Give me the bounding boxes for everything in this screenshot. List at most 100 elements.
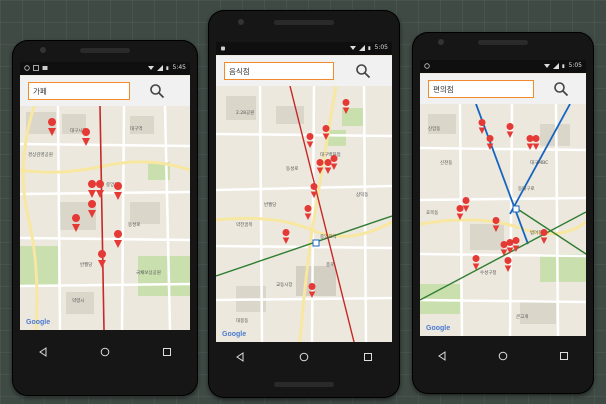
front-camera — [438, 39, 444, 45]
back-button[interactable] — [33, 342, 53, 362]
home-icon — [498, 351, 508, 361]
map-label: 삼덕동 — [356, 191, 368, 198]
clock: 5:05 — [374, 44, 388, 51]
back-button[interactable] — [432, 346, 452, 366]
status-bar: 5:05 — [420, 60, 586, 73]
map-label: 대봉동 — [236, 317, 248, 324]
wifi-icon — [543, 64, 550, 68]
search-icon — [356, 64, 371, 79]
recents-icon — [559, 352, 568, 360]
signal-icon — [358, 45, 365, 51]
notification-icon — [424, 63, 430, 69]
gallery-icon — [42, 66, 48, 70]
map-canvas[interactable]: 대구시청 중앙로 반월당 동성로 약령시 경상감영공원 대구역 국채보상공원 — [20, 105, 190, 330]
google-logo: Google — [222, 331, 247, 338]
map-label: 수성구청 — [480, 269, 497, 276]
map-label: 국채보상공원 — [136, 269, 161, 276]
map-label: 동성로 — [128, 221, 140, 228]
map-label: 종로 — [326, 262, 334, 268]
earpiece-speaker — [478, 40, 528, 45]
screen: 5:45 가페 대구시청 중앙로 반월당 동성로 약령시 경상감영공원 대구역 … — [20, 62, 190, 330]
home-icon — [299, 352, 309, 362]
map-view[interactable]: 중앙로역 동성로 반월당 대구백화점 2.28공원 약전골목 교동시장 종로 삼… — [216, 85, 392, 342]
earpiece-speaker — [274, 20, 334, 25]
google-logo: Google — [26, 319, 51, 326]
recents-button[interactable] — [358, 347, 378, 367]
search-bar: 편의점 — [420, 74, 586, 105]
map-canvas[interactable]: 중앙로역 동성로 반월당 대구백화점 2.28공원 약전골목 교동시장 종로 삼… — [216, 85, 392, 342]
map-label: 반월당 — [264, 201, 276, 208]
map-label: 효목동 — [426, 210, 438, 216]
android-icon — [221, 46, 225, 51]
home-button[interactable] — [294, 347, 314, 367]
status-bar: 5:45 — [20, 62, 190, 75]
home-icon — [100, 347, 110, 357]
image-icon — [33, 65, 39, 71]
phone-right: 5:05 편의점 동대구로 신천동 범어동 효목동 수성구청 대구MBC 신암동… — [412, 32, 594, 394]
map-label: 큰고개 — [516, 313, 528, 320]
back-button[interactable] — [230, 347, 250, 367]
signal-icon — [156, 65, 163, 71]
recents-button[interactable] — [157, 342, 177, 362]
map-label: 신암동 — [428, 125, 440, 132]
clock: 5:45 — [172, 64, 186, 71]
wifi-icon — [349, 46, 356, 50]
back-icon — [236, 352, 244, 362]
map-label: 약전골목 — [236, 221, 253, 228]
search-input[interactable]: 가페 — [28, 82, 130, 100]
wifi-icon — [147, 66, 154, 70]
earpiece-speaker — [80, 48, 130, 53]
front-camera — [238, 19, 244, 25]
status-bar: 5:05 — [216, 42, 392, 55]
google-logo: Google — [426, 325, 451, 332]
front-camera — [40, 47, 46, 53]
battery-icon — [367, 46, 370, 50]
map-label: 약령시 — [72, 297, 84, 304]
map-label: 대구MBC — [530, 159, 548, 166]
phone-left: 5:45 가페 대구시청 중앙로 반월당 동성로 약령시 경상감영공원 대구역 … — [12, 40, 198, 396]
search-icon — [554, 82, 569, 97]
recents-icon — [163, 348, 171, 356]
map-label: 교동시장 — [276, 281, 293, 288]
nav-bar — [412, 346, 594, 366]
search-button[interactable] — [144, 80, 170, 102]
station-icon[interactable] — [312, 239, 320, 247]
map-label: 대구백화점 — [320, 151, 341, 158]
map-label: 대구역 — [130, 125, 142, 132]
station-icon[interactable] — [512, 205, 520, 213]
bottom-speaker — [274, 382, 334, 387]
search-icon — [150, 84, 165, 99]
phone-middle: 5:05 음식점 중앙로역 동성로 반월당 대구백화점 2.28공원 약전골목 … — [208, 10, 400, 398]
notification-icon — [24, 65, 30, 71]
search-button[interactable] — [548, 78, 574, 100]
map-label: 경상감영공원 — [28, 151, 53, 158]
recents-button[interactable] — [554, 346, 574, 366]
map-label: 동성로 — [286, 165, 298, 172]
signal-icon — [552, 63, 559, 69]
battery-icon — [561, 64, 564, 68]
map-label: 신천동 — [440, 159, 452, 166]
map-label: 반월당 — [80, 261, 92, 268]
search-input[interactable]: 편의점 — [428, 80, 534, 98]
map-view[interactable]: 대구시청 중앙로 반월당 동성로 약령시 경상감영공원 대구역 국채보상공원 G… — [20, 105, 190, 330]
back-icon — [39, 347, 47, 357]
screen: 5:05 편의점 동대구로 신천동 범어동 효목동 수성구청 대구MBC 신암동… — [420, 60, 586, 336]
nav-bar — [12, 342, 198, 362]
search-bar: 음식점 — [216, 56, 392, 87]
map-label: 동대구로 — [518, 185, 535, 192]
map-label: 2.28공원 — [236, 109, 254, 116]
home-button[interactable] — [95, 342, 115, 362]
screen: 5:05 음식점 중앙로역 동성로 반월당 대구백화점 2.28공원 약전골목 … — [216, 42, 392, 342]
battery-icon — [165, 66, 168, 70]
search-button[interactable] — [350, 60, 376, 82]
search-input[interactable]: 음식점 — [224, 62, 334, 80]
nav-bar — [208, 347, 400, 367]
search-bar: 가페 — [20, 76, 190, 107]
back-icon — [438, 351, 446, 361]
clock: 5:05 — [568, 62, 582, 69]
home-button[interactable] — [493, 346, 513, 366]
map-view[interactable]: 동대구로 신천동 범어동 효목동 수성구청 대구MBC 신암동 큰고개 Goog… — [420, 103, 586, 336]
map-label: 중앙로역 — [320, 233, 337, 240]
recents-icon — [364, 353, 372, 361]
map-canvas[interactable]: 동대구로 신천동 범어동 효목동 수성구청 대구MBC 신암동 큰고개 — [420, 103, 586, 336]
